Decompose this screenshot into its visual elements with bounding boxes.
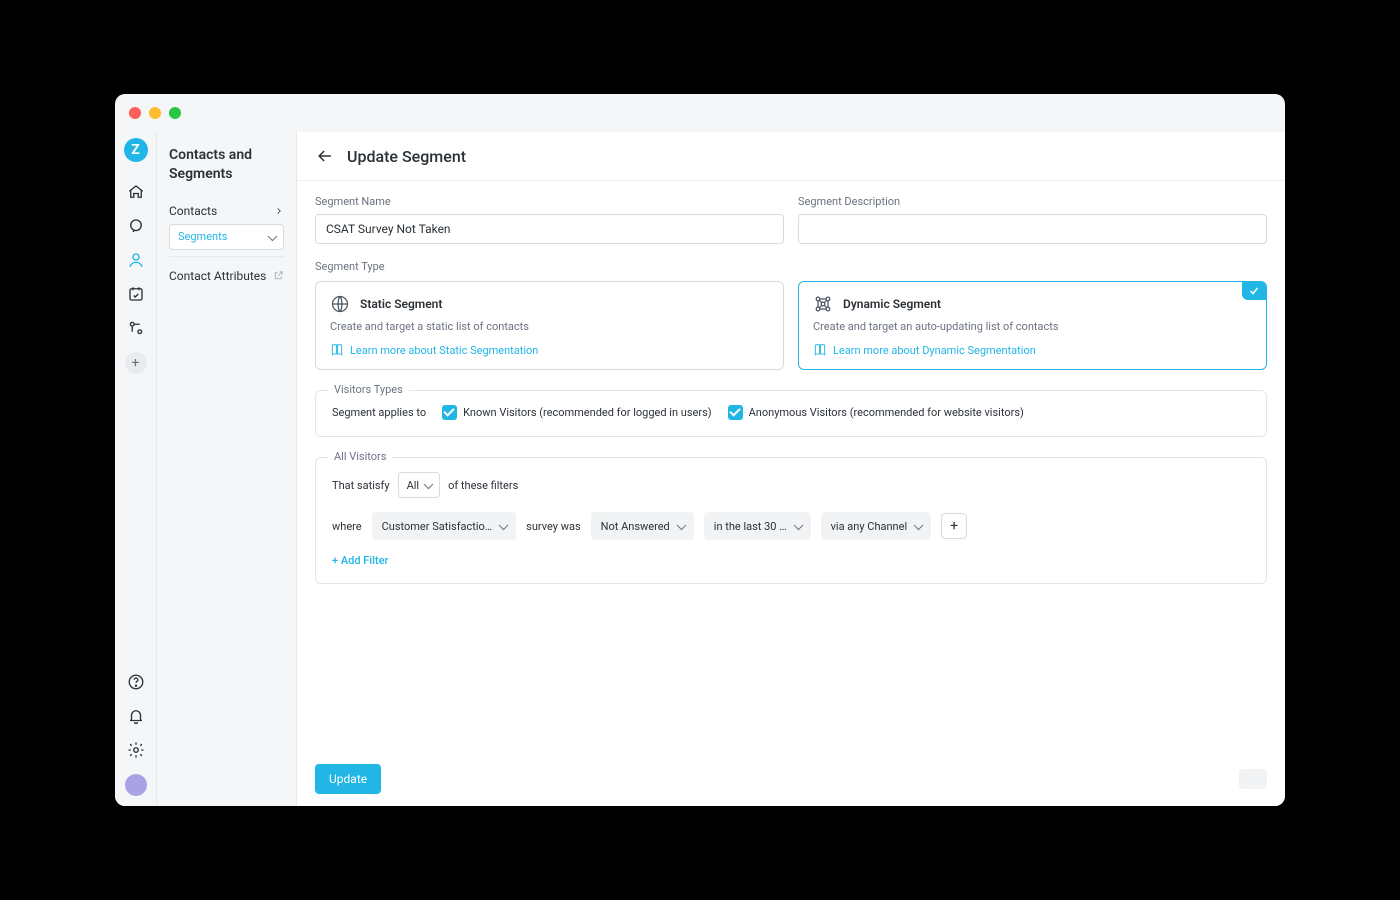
add-button[interactable]: + xyxy=(125,352,147,374)
satisfy-post: of these filters xyxy=(448,479,518,492)
sidebar-item-label: Contacts xyxy=(169,204,217,218)
satisfy-select[interactable]: All xyxy=(398,472,441,498)
app-window: Z + xyxy=(115,94,1285,806)
back-button[interactable] xyxy=(315,146,335,166)
update-button[interactable]: Update xyxy=(315,764,381,794)
card-title: Dynamic Segment xyxy=(843,297,941,311)
automation-icon[interactable] xyxy=(126,318,146,338)
segment-name-label: Segment Name xyxy=(315,195,784,208)
learn-static-link[interactable]: Learn more about Static Segmentation xyxy=(330,343,769,357)
sidebar-title: Contacts and Segments xyxy=(169,146,284,184)
mac-titlebar xyxy=(115,94,1285,132)
where-label: where xyxy=(332,520,362,533)
app-logo[interactable]: Z xyxy=(124,138,148,162)
add-filter-link[interactable]: + Add Filter xyxy=(332,554,1250,567)
sidebar-item-contacts[interactable]: Contacts xyxy=(169,198,284,224)
footer-ghost xyxy=(1239,769,1267,789)
all-visitors-fieldset: All Visitors That satisfy All of these f… xyxy=(315,457,1267,584)
external-link-icon xyxy=(273,270,284,281)
window-minimize-dot[interactable] xyxy=(149,107,161,119)
page-title: Update Segment xyxy=(347,147,466,166)
card-desc: Create and target a static list of conta… xyxy=(330,320,769,333)
chevron-right-icon xyxy=(274,206,284,216)
segment-type-dynamic-card[interactable]: Dynamic Segment Create and target an aut… xyxy=(798,281,1267,370)
filter-time-chip[interactable]: in the last 30 … xyxy=(704,512,811,540)
calendar-check-icon[interactable] xyxy=(126,284,146,304)
satisfy-pre: That satisfy xyxy=(332,479,390,492)
selected-check-icon xyxy=(1242,282,1266,300)
nav-rail: Z + xyxy=(115,132,157,806)
home-icon[interactable] xyxy=(126,182,146,202)
main-panel: Update Segment Segment Name Segment Desc… xyxy=(297,132,1285,806)
user-avatar[interactable] xyxy=(125,774,147,796)
book-icon xyxy=(813,343,827,357)
learn-dynamic-link[interactable]: Learn more about Dynamic Segmentation xyxy=(813,343,1252,357)
chat-icon[interactable] xyxy=(126,216,146,236)
network-icon xyxy=(813,294,833,314)
anonymous-visitors-option[interactable]: Anonymous Visitors (recommended for webs… xyxy=(728,405,1024,420)
segment-type-label: Segment Type xyxy=(315,260,1267,273)
settings-icon[interactable] xyxy=(126,740,146,760)
sidebar-separator xyxy=(169,256,284,257)
known-visitors-checkbox[interactable] xyxy=(442,405,457,420)
anonymous-visitors-label: Anonymous Visitors (recommended for webs… xyxy=(749,406,1024,419)
footer-bar: Update xyxy=(297,752,1285,806)
window-zoom-dot[interactable] xyxy=(169,107,181,119)
sidebar-item-label: Contact Attributes xyxy=(169,269,266,283)
filter-condition-chip[interactable]: Not Answered xyxy=(591,512,694,540)
page-header: Update Segment xyxy=(297,132,1285,181)
segment-desc-input[interactable] xyxy=(798,214,1267,244)
add-condition-button[interactable]: + xyxy=(941,513,967,539)
all-visitors-legend: All Visitors xyxy=(328,450,392,463)
help-icon[interactable] xyxy=(126,672,146,692)
contacts-icon[interactable] xyxy=(126,250,146,270)
content-area: Segment Name Segment Description Segment… xyxy=(297,181,1285,752)
filter-line: where Customer Satisfactio… survey was N… xyxy=(332,512,1250,540)
sidebar-item-label: Segments xyxy=(178,230,227,243)
bell-icon[interactable] xyxy=(126,706,146,726)
window-close-dot[interactable] xyxy=(129,107,141,119)
anonymous-visitors-checkbox[interactable] xyxy=(728,405,743,420)
segment-type-static-card[interactable]: Static Segment Create and target a stati… xyxy=(315,281,784,370)
segment-desc-label: Segment Description xyxy=(798,195,1267,208)
globe-icon xyxy=(330,294,350,314)
known-visitors-label: Known Visitors (recommended for logged i… xyxy=(463,406,711,419)
visitors-legend: Visitors Types xyxy=(328,383,409,396)
card-title: Static Segment xyxy=(360,297,442,311)
filter-attribute-chip[interactable]: Customer Satisfactio… xyxy=(372,512,517,540)
sidebar-item-contact-attributes[interactable]: Contact Attributes xyxy=(169,263,284,289)
sidebar-item-segments[interactable]: Segments xyxy=(169,224,284,250)
segment-name-input[interactable] xyxy=(315,214,784,244)
filter-channel-chip[interactable]: via any Channel xyxy=(821,512,932,540)
book-icon xyxy=(330,343,344,357)
visitors-types-fieldset: Visitors Types Segment applies to Known … xyxy=(315,390,1267,437)
secondary-sidebar: Contacts and Segments Contacts Segments … xyxy=(157,132,297,806)
applies-to-label: Segment applies to xyxy=(332,406,426,419)
mid-label: survey was xyxy=(526,520,580,533)
card-desc: Create and target an auto-updating list … xyxy=(813,320,1252,333)
known-visitors-option[interactable]: Known Visitors (recommended for logged i… xyxy=(442,405,711,420)
